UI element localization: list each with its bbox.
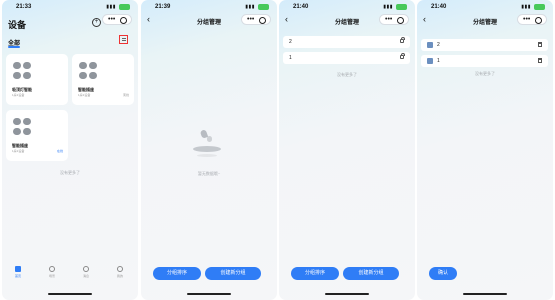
device-icon xyxy=(79,62,97,79)
miniapp-capsule[interactable]: ••• xyxy=(241,14,271,25)
tab-label: 我的 xyxy=(116,274,123,278)
signal-icon: ▮▮▮ xyxy=(106,4,116,10)
home-indicator xyxy=(325,293,369,295)
miniapp-capsule[interactable]: ••• xyxy=(517,14,547,25)
tab-label: 消息 xyxy=(82,274,89,278)
device-icon xyxy=(13,62,31,79)
group-row[interactable]: 2 xyxy=(283,36,410,48)
home-icon xyxy=(15,266,21,272)
battery-icon xyxy=(119,4,130,10)
user-icon xyxy=(117,266,123,272)
checkbox-icon[interactable] xyxy=(427,42,433,48)
more-icon[interactable]: ••• xyxy=(523,15,530,24)
device-status: 离线 xyxy=(122,93,129,97)
add-device-button[interactable]: + xyxy=(92,18,101,27)
close-target-icon[interactable] xyxy=(535,17,542,24)
create-group-button[interactable]: 创建新分组 xyxy=(343,267,399,280)
status-bar: 21:39 ▮▮▮ xyxy=(151,3,269,13)
signal-icon: ▮▮▮ xyxy=(245,4,255,10)
group-name: 1 xyxy=(289,55,292,61)
page-title: 设备 xyxy=(8,20,27,30)
tab-indicator xyxy=(8,46,20,48)
tab-message[interactable]: 消息 xyxy=(76,266,96,278)
more-icon[interactable]: ••• xyxy=(247,15,254,24)
group-name: 2 xyxy=(437,42,440,48)
checkbox-icon[interactable] xyxy=(427,58,433,64)
group-manage-list-screen: 21:40 ▮▮▮ ‹ 分组管理 ••• 2 1 没有更多了 分组排序 创建新分… xyxy=(279,0,415,300)
tab-scene[interactable]: 场景 xyxy=(42,266,62,278)
group-edit-screen: 21:40 ▮▮▮ ‹ 分组管理 ••• 2 1 没有更多了 确认 xyxy=(417,0,553,300)
status-bar: 21:40 ▮▮▮ xyxy=(289,3,407,13)
device-sub: 1房1设备 xyxy=(12,93,25,97)
device-status: 在线 xyxy=(56,149,63,153)
empty-text: 暂无数据哦~ xyxy=(197,171,221,176)
device-screen: 21:33 ▮▮▮ 设备 + ••• 全部 吸顶灯智能 1房1设备 智能插座 1… xyxy=(2,0,138,300)
group-name: 2 xyxy=(289,39,292,45)
group-row[interactable]: 1 xyxy=(421,55,548,67)
tab-mine[interactable]: 我的 xyxy=(110,266,130,278)
no-more-text: 没有更多了 xyxy=(475,71,495,76)
group-sort-button[interactable]: 分组排序 xyxy=(153,267,201,280)
home-indicator xyxy=(48,293,92,295)
confirm-button[interactable]: 确认 xyxy=(429,267,457,280)
status-bar: 21:33 ▮▮▮ xyxy=(12,3,130,13)
signal-icon: ▮▮▮ xyxy=(383,4,393,10)
status-bar: 21:40 ▮▮▮ xyxy=(427,3,545,13)
group-name: 1 xyxy=(437,58,440,64)
close-target-icon[interactable] xyxy=(397,17,404,24)
status-time: 21:33 xyxy=(16,4,32,10)
close-target-icon[interactable] xyxy=(259,17,266,24)
lock-icon[interactable] xyxy=(400,53,405,59)
more-icon[interactable]: ••• xyxy=(108,15,115,24)
group-manage-empty-screen: 21:39 ▮▮▮ ‹ 分组管理 ••• 暂无数据哦~ 分组排序 创建新分组 xyxy=(141,0,277,300)
delete-icon[interactable] xyxy=(538,58,542,63)
message-icon xyxy=(83,266,89,272)
bottom-tab-bar: 首页 场景 消息 我的 xyxy=(2,266,138,286)
device-sub: 1房1设备 xyxy=(78,93,91,97)
no-more-text: 没有更多了 xyxy=(60,170,80,175)
device-card[interactable]: 智能插座 1房1设备 在线 xyxy=(6,110,68,161)
close-target-icon[interactable] xyxy=(120,17,127,24)
tab-label: 场景 xyxy=(48,274,55,278)
lock-icon[interactable] xyxy=(400,37,405,43)
device-sub: 1房1设备 xyxy=(12,149,25,153)
device-icon xyxy=(13,118,31,135)
home-indicator xyxy=(463,293,507,295)
status-time: 21:40 xyxy=(293,4,309,10)
group-row[interactable]: 1 xyxy=(283,52,410,64)
device-card[interactable]: 智能插座 1房1设备 离线 xyxy=(72,54,134,105)
group-row[interactable]: 2 xyxy=(421,39,548,51)
create-group-button[interactable]: 创建新分组 xyxy=(205,267,261,280)
miniapp-capsule[interactable]: ••• xyxy=(379,14,409,25)
scene-icon xyxy=(49,266,55,272)
status-time: 21:40 xyxy=(431,4,447,10)
battery-icon xyxy=(396,4,407,10)
group-manage-icon[interactable] xyxy=(119,35,128,44)
device-card[interactable]: 吸顶灯智能 1房1设备 xyxy=(6,54,68,105)
more-icon[interactable]: ••• xyxy=(385,15,392,24)
home-indicator xyxy=(187,293,231,295)
miniapp-capsule[interactable]: ••• xyxy=(102,14,132,25)
battery-icon xyxy=(534,4,545,10)
tab-home[interactable]: 首页 xyxy=(8,266,28,278)
tab-label: 首页 xyxy=(14,274,21,278)
signal-icon: ▮▮▮ xyxy=(521,4,531,10)
no-more-text: 没有更多了 xyxy=(337,72,357,77)
battery-icon xyxy=(258,4,269,10)
status-time: 21:39 xyxy=(155,4,171,10)
group-sort-button[interactable]: 分组排序 xyxy=(291,267,339,280)
delete-icon[interactable] xyxy=(538,42,542,47)
empty-state-icon xyxy=(193,129,221,160)
